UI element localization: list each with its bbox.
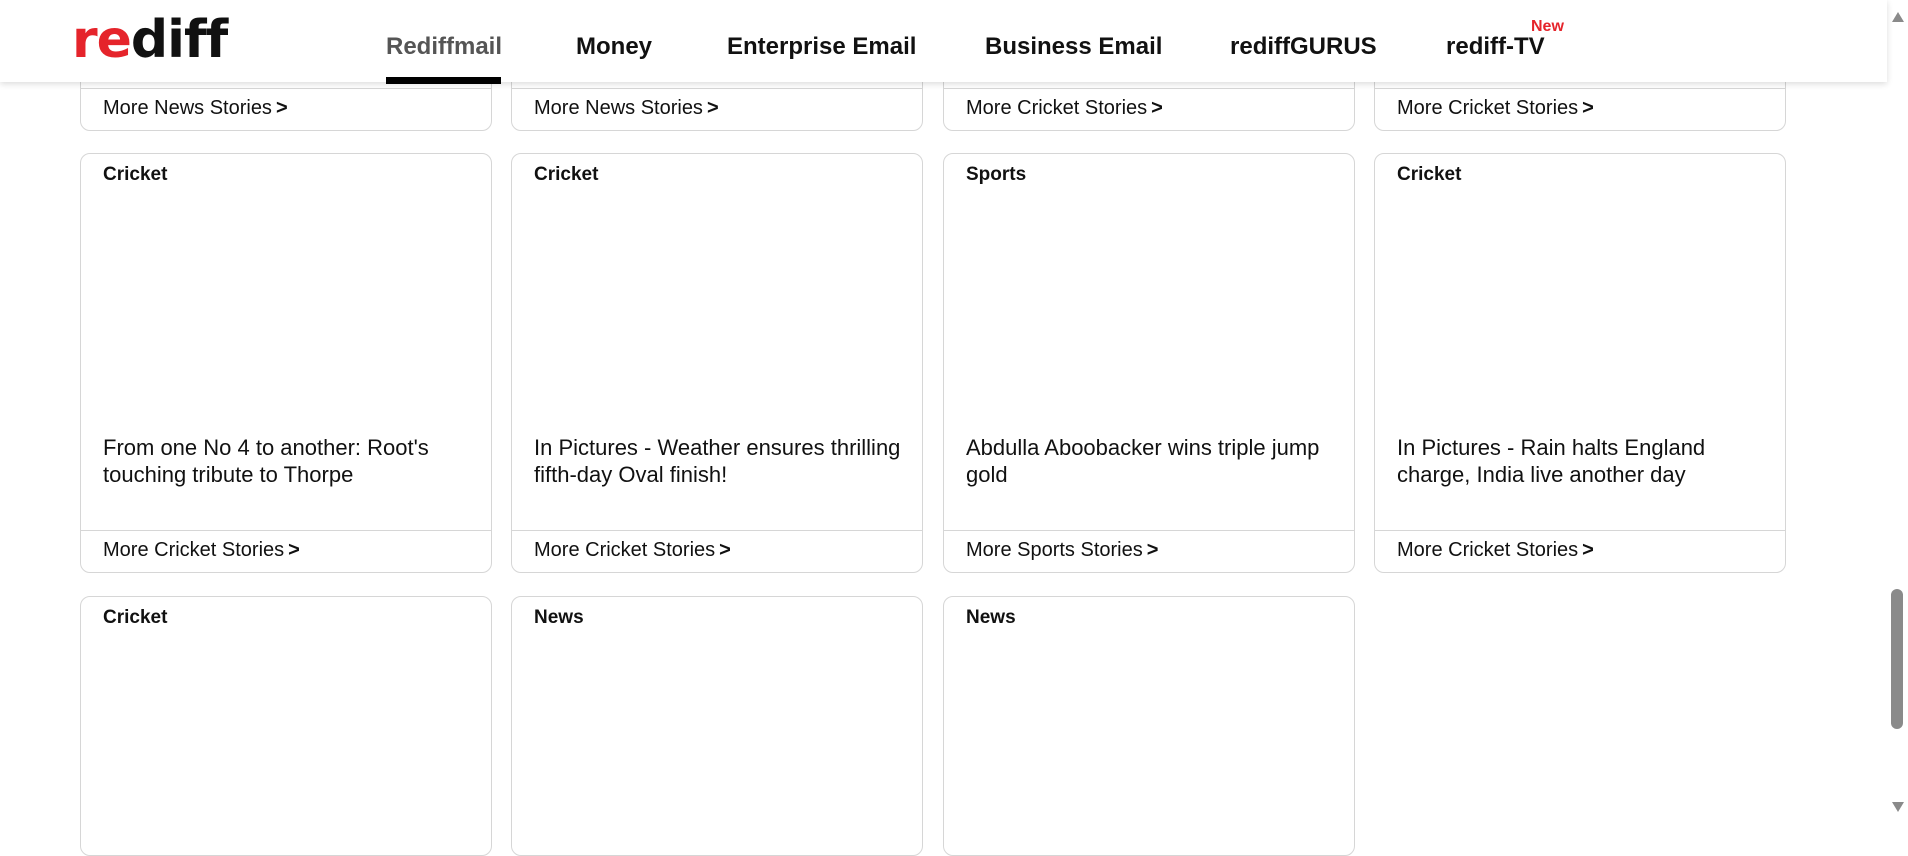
chevron-right-icon: > (275, 97, 288, 119)
more-stories-label: More Cricket Stories (1397, 97, 1579, 119)
page-scrollbar[interactable] (1887, 0, 1908, 824)
news-card[interactable]: Sports Abdulla Aboobacker wins triple ju… (943, 153, 1355, 573)
scroll-up-arrow-icon[interactable] (1892, 12, 1904, 22)
news-card[interactable]: Cricket (80, 596, 492, 856)
more-stories-link[interactable]: More News Stories > (534, 97, 719, 120)
more-stories-label: More Cricket Stories (1397, 539, 1579, 561)
card-category: Sports (966, 164, 1027, 185)
card-headline[interactable]: From one No 4 to another: Root's touchin… (103, 434, 473, 488)
card-category: Cricket (103, 164, 168, 185)
more-stories-link[interactable]: More Cricket Stories > (1397, 539, 1594, 562)
more-stories-label: More News Stories (103, 97, 272, 119)
more-stories-label: More Sports Stories (966, 539, 1143, 561)
chevron-right-icon: > (719, 539, 731, 561)
scroll-down-arrow-icon[interactable] (1892, 802, 1904, 812)
scrollbar-thumb[interactable] (1891, 589, 1903, 729)
more-stories-label: More News Stories (534, 97, 703, 119)
more-stories-link[interactable]: More Cricket Stories > (966, 97, 1163, 120)
nav-item-money[interactable]: Money (576, 33, 652, 61)
news-card[interactable]: Cricket From one No 4 to another: Root's… (80, 153, 492, 573)
news-card[interactable]: Cricket In Pictures - Rain halts England… (1374, 153, 1786, 573)
news-card[interactable]: News (943, 596, 1355, 856)
card-headline[interactable]: In Pictures - Rain halts England charge,… (1397, 434, 1767, 488)
card-footer: More Cricket Stories > (81, 530, 491, 572)
card-footer: More Cricket Stories > (1375, 88, 1785, 130)
card-footer: More Sports Stories > (944, 530, 1354, 572)
card-category: Cricket (103, 607, 168, 628)
more-stories-link[interactable]: More Cricket Stories > (534, 539, 731, 562)
news-card[interactable]: News (511, 596, 923, 856)
card-headline[interactable]: In Pictures - Weather ensures thrilling … (534, 434, 904, 488)
chevron-right-icon: > (1146, 539, 1159, 561)
card-category: Cricket (1397, 164, 1462, 185)
nav-item-rediffmail[interactable]: Rediffmail (386, 33, 502, 61)
nav-item-rediff-tv[interactable]: rediff-TV (1446, 33, 1545, 61)
more-stories-label: More Cricket Stories (103, 539, 285, 561)
more-stories-label: More Cricket Stories (966, 97, 1148, 119)
chevron-right-icon: > (1151, 97, 1163, 119)
nav-active-indicator (386, 77, 501, 84)
nav-item-business-email[interactable]: Business Email (985, 33, 1162, 61)
more-stories-link[interactable]: More Cricket Stories > (103, 539, 300, 562)
chevron-right-icon: > (706, 97, 719, 119)
card-footer: More Cricket Stories > (512, 530, 922, 572)
more-stories-link[interactable]: More Cricket Stories > (1397, 97, 1594, 120)
more-stories-link[interactable]: More News Stories > (103, 97, 288, 120)
card-footer: More News Stories > (512, 88, 922, 130)
more-stories-link[interactable]: More Sports Stories > (966, 539, 1158, 562)
chevron-right-icon: > (1582, 97, 1594, 119)
card-category: News (966, 607, 1016, 628)
chevron-right-icon: > (288, 539, 300, 561)
nav-item-enterprise-email[interactable]: Enterprise Email (727, 33, 916, 61)
card-headline[interactable]: Abdulla Aboobacker wins triple jump gold (966, 434, 1336, 488)
site-header: rediff Rediffmail Money Enterprise Email… (0, 0, 1887, 84)
nav-item-rediffgurus[interactable]: rediffGURUS (1230, 33, 1377, 61)
card-category: News (534, 607, 584, 628)
top-nav: Rediffmail Money Enterprise Email Busine… (0, 0, 1887, 84)
more-stories-label: More Cricket Stories (534, 539, 716, 561)
chevron-right-icon: > (1582, 539, 1594, 561)
card-footer: More Cricket Stories > (1375, 530, 1785, 572)
card-footer: More News Stories > (81, 88, 491, 130)
card-footer: More Cricket Stories > (944, 88, 1354, 130)
new-badge: New (1531, 18, 1564, 35)
card-category: Cricket (534, 164, 599, 185)
news-card[interactable]: Cricket In Pictures - Weather ensures th… (511, 153, 923, 573)
